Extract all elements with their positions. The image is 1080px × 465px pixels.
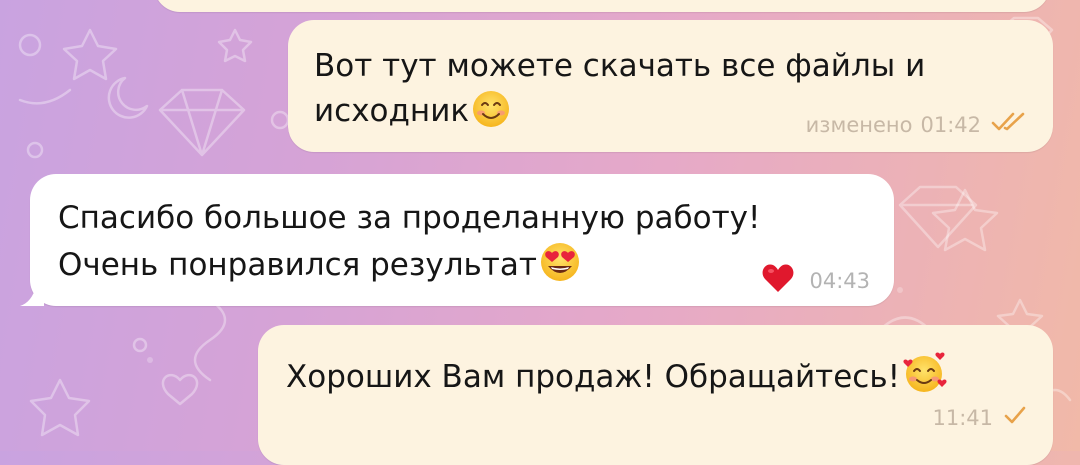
message-text: Спасибо большое за проделанную работу! О… xyxy=(58,196,760,296)
edited-label: изменено xyxy=(805,112,913,137)
message-meta: 11:41 xyxy=(932,405,1027,430)
message-text-line2: исходник xyxy=(314,93,470,129)
double-check-icon xyxy=(991,112,1027,137)
incoming-bubble-tail xyxy=(20,280,44,306)
message-bubble-files[interactable]: Вот тут можете скачать все файлы и исход… xyxy=(288,20,1053,152)
message-text-line2: Очень понравился результат xyxy=(58,247,537,283)
message-text-line1: Спасибо большое за проделанную работу! xyxy=(58,200,761,236)
message-meta: изменено 01:42 xyxy=(806,112,1027,137)
message-text-line1: Вот тут можете скачать все файлы и xyxy=(314,48,926,84)
message-time: 04:43 xyxy=(809,268,870,293)
red-heart-reaction-icon[interactable] xyxy=(761,262,795,299)
message-time: 01:42 xyxy=(920,112,981,137)
smiling-face-emoji-icon xyxy=(471,89,511,142)
message-meta: 04:43 xyxy=(761,262,870,299)
message-time: 11:41 xyxy=(932,405,993,430)
message-bubble-sales[interactable]: Хороших Вам продаж! Обращайтесь! 11:41 xyxy=(258,325,1053,465)
single-check-icon xyxy=(1003,405,1027,430)
message-bubble-previous[interactable] xyxy=(154,0,1050,12)
heart-eyes-emoji-icon xyxy=(539,241,581,296)
message-text: Хороших Вам продаж! Обращайтесь! xyxy=(286,349,948,408)
message-bubble-thanks[interactable]: Спасибо большое за проделанную работу! О… xyxy=(30,174,894,306)
smiling-face-with-hearts-emoji-icon xyxy=(902,349,948,408)
message-text-line1: Хороших Вам продаж! Обращайтесь! xyxy=(286,359,901,395)
